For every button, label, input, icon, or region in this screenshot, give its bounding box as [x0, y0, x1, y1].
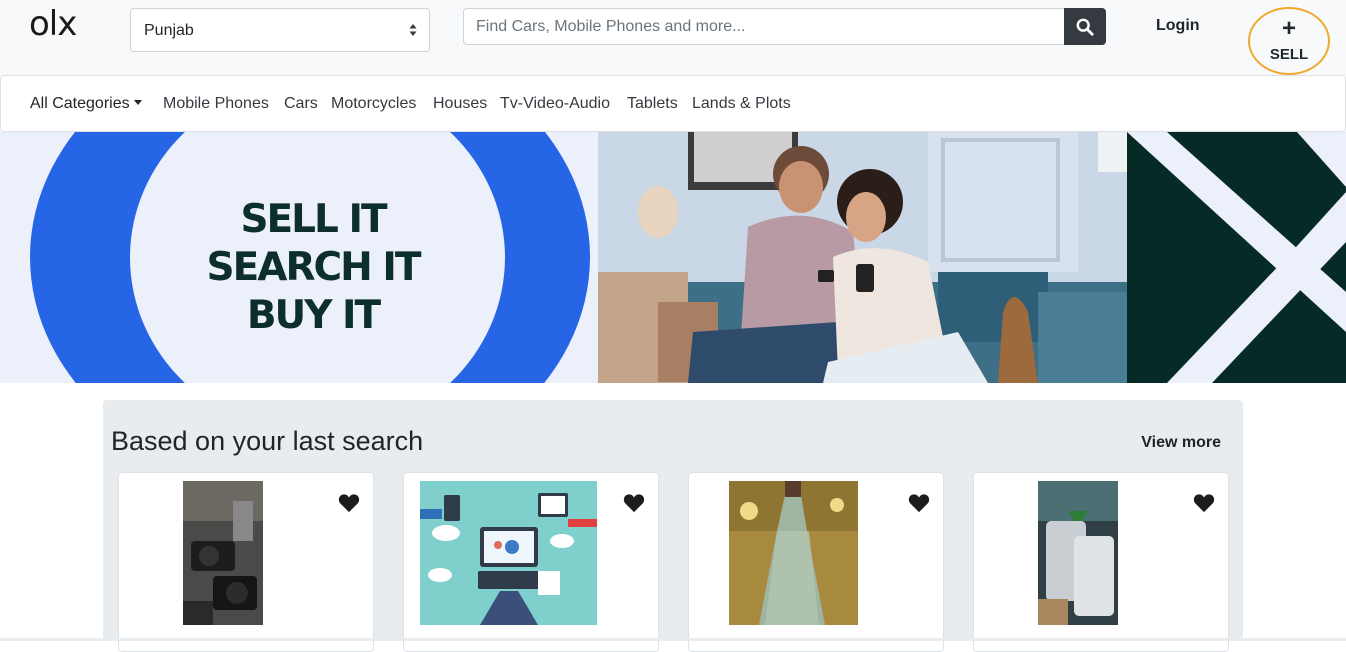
heart-icon[interactable] [338, 493, 360, 513]
view-more-link[interactable]: View more [1141, 434, 1221, 452]
couple-on-sofa-image [598, 132, 1127, 383]
heart-icon[interactable] [623, 493, 645, 513]
search-bar [463, 8, 1106, 45]
banner-x-graphic [1127, 132, 1346, 383]
phones-photo[interactable] [1038, 481, 1118, 625]
product-card[interactable] [403, 472, 659, 652]
section-title: Based on your last search [111, 426, 424, 456]
camera-photo[interactable] [183, 481, 263, 625]
category-motorcycles[interactable]: Motorcycles [331, 95, 416, 113]
select-arrows-icon [409, 24, 417, 36]
category-lands-plots[interactable]: Lands & Plots [692, 95, 791, 113]
all-categories-dropdown[interactable]: All Categories [30, 95, 142, 113]
top-header: olx Punjab Login + SELL [0, 0, 1346, 75]
slogan-line-buy: BUY IT [246, 293, 381, 338]
slogan-line-sell: SELL IT [240, 197, 387, 242]
category-mobile-phones[interactable]: Mobile Phones [163, 95, 269, 113]
category-tablets[interactable]: Tablets [627, 95, 678, 113]
category-nav: All Categories Mobile Phones Cars Motorc… [0, 75, 1346, 132]
computer-illustration[interactable] [420, 481, 597, 625]
caret-down-icon [133, 100, 142, 105]
heart-icon[interactable] [1193, 493, 1215, 513]
banner-slogan-panel: SELL IT SEARCH IT BUY IT [0, 132, 598, 383]
product-card[interactable] [973, 472, 1229, 652]
login-link[interactable]: Login [1156, 17, 1200, 35]
banner-slogan: SELL IT SEARCH IT BUY IT [198, 196, 428, 340]
slogan-line-search: SEARCH IT [206, 245, 422, 290]
search-button[interactable] [1064, 8, 1106, 45]
all-categories-label: All Categories [30, 95, 130, 112]
last-search-section: Based on your last search View more [103, 400, 1243, 652]
location-select[interactable]: Punjab [130, 8, 430, 52]
product-card[interactable] [118, 472, 374, 652]
sell-label: SELL [1269, 46, 1309, 63]
search-icon [1076, 18, 1094, 36]
heart-icon[interactable] [908, 493, 930, 513]
product-card[interactable] [688, 472, 944, 652]
banner-pattern-panel [1127, 132, 1346, 383]
hero-banner[interactable]: SELL IT SEARCH IT BUY IT [0, 132, 1346, 383]
plus-icon: + [1281, 15, 1296, 42]
search-input[interactable] [463, 8, 1064, 45]
category-houses[interactable]: Houses [433, 95, 487, 113]
banner-couple-photo [598, 132, 1127, 383]
sell-button[interactable]: + SELL [1248, 7, 1330, 75]
category-tv-video-audio[interactable]: Tv-Video-Audio [500, 95, 610, 113]
category-cars[interactable]: Cars [284, 95, 318, 113]
dress-photo[interactable] [729, 481, 858, 625]
location-value: Punjab [144, 22, 194, 39]
olx-logo[interactable]: olx [29, 4, 77, 44]
